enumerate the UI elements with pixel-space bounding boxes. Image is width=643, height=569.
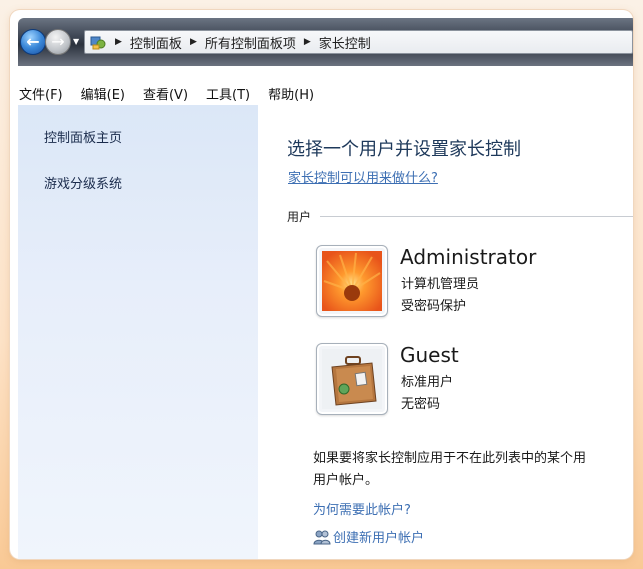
create-user-account-label[interactable]: 创建新用户帐户 [333, 527, 424, 546]
user-name: Guest [400, 343, 459, 367]
breadcrumb-separator-icon[interactable]: ▶ [115, 37, 122, 47]
info-text: 如果要将家长控制应用于不在此列表中的某个用 用户帐户。 [313, 448, 633, 492]
user-name: Administrator [400, 245, 537, 269]
forward-arrow-icon: → [51, 32, 65, 51]
back-arrow-icon: ← [26, 32, 40, 51]
forward-button[interactable]: → [45, 29, 71, 55]
navigation-bar: ← → ▼ ▶ 控制面板 ▶ 所有控制面板项 ▶ 家长控制 [18, 18, 633, 66]
sidebar-item-control-panel-home[interactable]: 控制面板主页 [44, 127, 122, 146]
sidebar: 控制面板主页 游戏分级系统 [18, 105, 258, 559]
recent-pages-dropdown-icon[interactable]: ▼ [73, 38, 81, 46]
info-text-line: 用户帐户。 [313, 473, 379, 488]
breadcrumb-item[interactable]: 家长控制 [319, 33, 371, 52]
control-panel-icon [89, 33, 107, 51]
breadcrumb[interactable]: ▶ 控制面板 ▶ 所有控制面板项 ▶ 家长控制 [84, 30, 633, 54]
why-account-link[interactable]: 为何需要此帐户? [313, 499, 411, 518]
user-tile-guest[interactable]: Guest 标准用户 无密码 [316, 343, 616, 421]
user-role: 标准用户 [401, 375, 454, 390]
page-title: 选择一个用户并设置家长控制 [287, 139, 521, 160]
menu-bar: 文件(F) 编辑(E) 查看(V) 工具(T) 帮助(H) [10, 81, 633, 105]
back-button[interactable]: ← [20, 29, 46, 55]
help-link[interactable]: 家长控制可以用来做什么? [288, 167, 438, 186]
menu-edit[interactable]: 编辑(E) [72, 84, 134, 103]
orange-flower-icon [322, 251, 382, 311]
breadcrumb-separator-icon[interactable]: ▶ [190, 37, 197, 47]
suitcase-icon [322, 349, 382, 409]
breadcrumb-item[interactable]: 控制面板 [130, 33, 182, 52]
user-tile-administrator[interactable]: Administrator 计算机管理员 受密码保护 [316, 245, 616, 323]
info-text-line: 如果要将家长控制应用于不在此列表中的某个用 [313, 451, 587, 466]
sidebar-item-game-ratings[interactable]: 游戏分级系统 [44, 173, 122, 192]
user-status: 无密码 [401, 397, 441, 412]
menu-file[interactable]: 文件(F) [10, 84, 72, 103]
section-label-users: 用户 [287, 210, 312, 224]
avatar[interactable] [316, 343, 388, 415]
menu-help[interactable]: 帮助(H) [259, 84, 323, 103]
user-role: 计算机管理员 [401, 277, 480, 292]
menu-view[interactable]: 查看(V) [134, 84, 197, 103]
control-panel-window: ← → ▼ ▶ 控制面板 ▶ 所有控制面板项 ▶ 家长控制 文件(F) 编辑(E… [10, 10, 633, 559]
users-icon [313, 529, 331, 545]
create-user-account-link[interactable]: 创建新用户帐户 [313, 527, 424, 546]
menu-tools[interactable]: 工具(T) [197, 84, 259, 103]
main-content: 选择一个用户并设置家长控制 家长控制可以用来做什么? 用户 Administra… [258, 105, 633, 559]
breadcrumb-separator-icon[interactable]: ▶ [304, 37, 311, 47]
user-status: 受密码保护 [401, 299, 467, 314]
avatar[interactable] [316, 245, 388, 317]
divider [320, 216, 633, 217]
breadcrumb-item[interactable]: 所有控制面板项 [205, 33, 296, 52]
